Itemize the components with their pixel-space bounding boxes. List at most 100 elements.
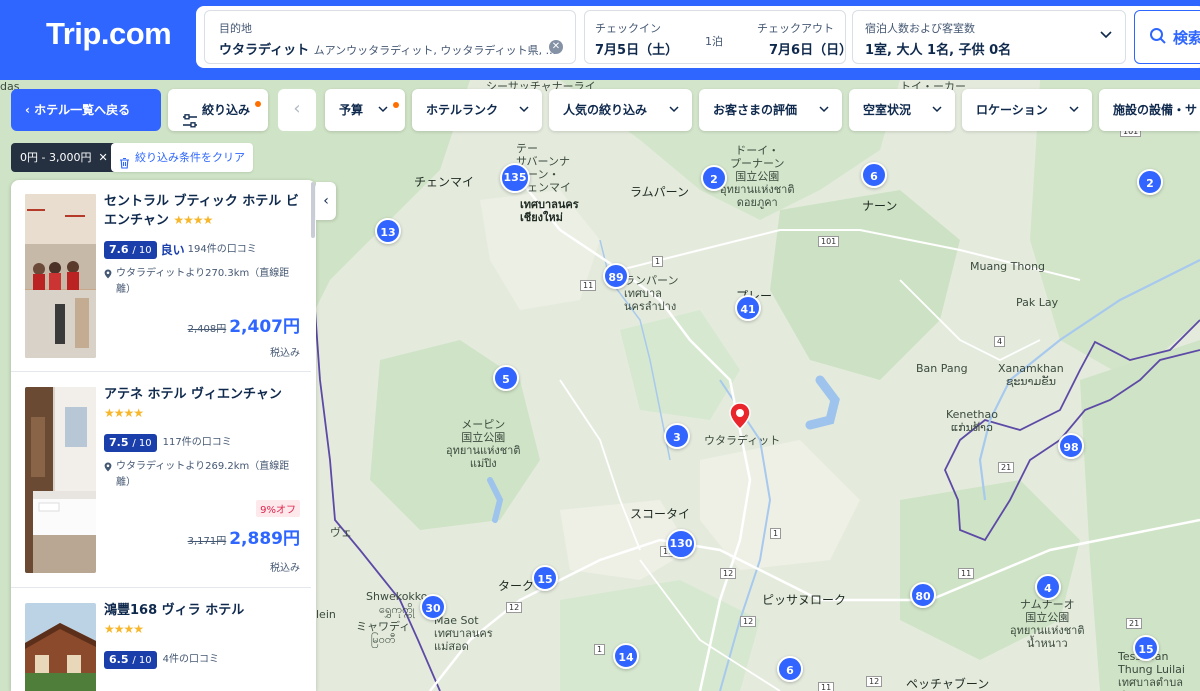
map-label-lampang: ランパーン เทศบาล นครลำปาง <box>624 274 679 313</box>
dates-field[interactable]: チェックイン 7月5日（土） 1泊 チェックアウト 7月6日（日） <box>584 10 852 64</box>
hotel-cluster-marker[interactable]: 2 <box>701 165 727 191</box>
chevron-down-icon <box>1068 89 1080 131</box>
road-shield: 11 <box>958 568 975 579</box>
hotel-cluster-marker[interactable]: 15 <box>1133 635 1159 661</box>
back-to-list-button[interactable]: ‹ ホテル一覧へ戻る <box>11 89 161 131</box>
guests-label: 宿泊人数および客室数 <box>865 22 975 35</box>
hotel-cluster-marker[interactable]: 80 <box>910 582 936 608</box>
map-label-lamphun: ラムパーン <box>630 185 690 199</box>
hotel-cluster-marker[interactable]: 5 <box>493 365 519 391</box>
close-icon[interactable]: ✕ <box>95 151 107 164</box>
filter-toolbar: ‹ ホテル一覧へ戻る 絞り込み ‹ 予算 ホテルランク 人気の絞り込み お客さま… <box>0 89 1200 131</box>
search-icon <box>1149 27 1167 49</box>
hotel-cluster-marker[interactable]: 89 <box>603 263 629 289</box>
star-rating-icon: ★★★★ <box>104 622 144 636</box>
checkout-label: チェックアウト <box>757 22 834 35</box>
filter-chip-budget[interactable]: 予算 <box>325 89 405 131</box>
clear-filters-button[interactable]: 絞り込み条件をクリア <box>111 143 253 172</box>
hotel-cluster-marker[interactable]: 4 <box>1035 574 1061 600</box>
current-price: 2,889円 <box>229 529 300 549</box>
map-label-chiangmai-thai: เทศบาลนคร เชียงใหม่ <box>520 198 579 224</box>
filter-chip-hotel-rank[interactable]: ホテルランク <box>412 89 542 131</box>
review-count[interactable]: 194件の口コミ <box>188 241 257 259</box>
hotel-distance: ウタラディットより270.3km（直線距離） <box>104 266 304 298</box>
clear-destination-icon[interactable]: ✕ <box>549 40 563 54</box>
hotel-cluster-marker[interactable]: 41 <box>735 295 761 321</box>
destination-field[interactable]: 目的地 ウタラディット ムアンウッタラディット, ウッタラディット県, ... … <box>204 10 576 64</box>
tax-note: 税込み <box>270 348 300 359</box>
hotel-price: 3,171円 2,889円 <box>188 524 300 549</box>
hotel-cluster-marker[interactable]: 14 <box>613 643 639 669</box>
collapse-panel-button[interactable]: ‹ <box>316 182 336 220</box>
map-label-uttaradit: ウタラディット <box>704 434 781 447</box>
map-label-nam-nao: ナムナーオ 国立公園 อุทยานแห่งชาติ น้ำหนาว <box>1010 598 1085 650</box>
hotel-name[interactable]: アテネ ホテル ヴィエンチャン ★★★★ <box>104 385 304 423</box>
score-word: 良い <box>160 243 185 257</box>
hotel-cluster-marker[interactable]: 135 <box>500 163 530 193</box>
hotel-cluster-marker[interactable]: 6 <box>861 162 887 188</box>
location-pin-icon <box>104 462 112 478</box>
location-pin-icon <box>104 269 112 285</box>
hotel-photo[interactable] <box>25 194 96 358</box>
search-bar: 目的地 ウタラディット ムアンウッタラディット, ウッタラディット県, ... … <box>196 6 1200 68</box>
hotel-cluster-marker[interactable]: 130 <box>666 529 696 559</box>
review-count[interactable]: 4件の口コミ <box>163 651 219 669</box>
road-shield: 21 <box>1126 618 1143 629</box>
chevron-down-icon <box>931 89 943 131</box>
hotel-card[interactable]: 鴻豐168 ヴィラ ホテル ★★★★ 6.5 / 10 4件の口コミ <box>11 589 311 691</box>
map-label-ban-pang: Ban Pang <box>916 362 968 375</box>
guests-field[interactable]: 宿泊人数および客室数 1室, 大人 1名, 子供 0名 <box>852 10 1126 64</box>
map-label-kenethao: Kenethao ແກ່ນທ້າວ <box>946 408 998 434</box>
hotel-list-panel[interactable]: セントラル ブティック ホテル ビエンチャン ★★★★ 7.6 / 10 良い 19… <box>11 180 316 691</box>
filter-chip-popular[interactable]: 人気の絞り込み <box>549 89 692 131</box>
chevron-left-icon: ‹ <box>323 193 329 209</box>
destination-label: 目的地 <box>219 22 252 35</box>
hotel-cluster-marker[interactable]: 2 <box>1137 169 1163 195</box>
scroll-left-button[interactable]: ‹ <box>278 89 316 131</box>
filter-chip-guest-rating[interactable]: お客さまの評価 <box>699 89 842 131</box>
star-rating-icon: ★★★★ <box>173 213 213 227</box>
chevron-down-icon <box>377 89 389 131</box>
chevron-left-icon: ‹ <box>25 103 35 117</box>
chevron-down-icon <box>818 89 830 131</box>
hotel-distance: ウタラディットより269.2km（直線距離） <box>104 459 304 491</box>
road-shield: 21 <box>998 462 1015 473</box>
hotel-cluster-marker[interactable]: 3 <box>664 423 690 449</box>
hotel-cluster-marker[interactable]: 6 <box>777 656 803 682</box>
search-button[interactable]: 検索 <box>1134 10 1200 64</box>
trip-logo[interactable]: Trip.com <box>46 16 172 52</box>
hotel-cluster-marker[interactable]: 30 <box>420 594 446 620</box>
map-label-phitsanulok: ピッサヌローク <box>762 593 847 607</box>
hotel-cluster-marker[interactable]: 13 <box>375 218 401 244</box>
active-filter-tag[interactable]: 0円 - 3,000円 ✕ <box>11 143 117 172</box>
hotel-name[interactable]: セントラル ブティック ホテル ビエンチャン ★★★★ <box>104 192 304 230</box>
hotel-cluster-marker[interactable]: 98 <box>1058 433 1084 459</box>
road-shield: 1 <box>770 528 782 539</box>
hotel-photo[interactable] <box>25 603 96 691</box>
chevron-down-icon <box>1099 27 1113 45</box>
checkin-value: 7月5日（土） <box>595 43 679 58</box>
destination-value: ウタラディット ムアンウッタラディット, ウッタラディット県, ... <box>219 43 557 58</box>
hotel-card[interactable]: アテネ ホテル ヴィエンチャン ★★★★ 7.5 / 10 117件の口コミ ウタラ… <box>11 373 311 588</box>
filter-chip-facilities[interactable]: 施設の設備・サ <box>1099 89 1200 131</box>
hotel-cluster-marker[interactable]: 15 <box>532 565 558 591</box>
map-label-lein: lein <box>316 608 336 621</box>
scrollbar[interactable] <box>311 182 315 238</box>
review-count[interactable]: 117件の口コミ <box>163 434 232 452</box>
hotel-name[interactable]: 鴻豐168 ヴィラ ホテル ★★★★ <box>104 601 304 639</box>
map-label-mae-sot: Mae Sot เทศบาลนคร แม่สอด <box>434 614 493 653</box>
filter-button[interactable]: 絞り込み <box>168 89 268 131</box>
map-label-muang-thong: Muang Thong <box>970 260 1046 273</box>
hotel-card[interactable]: セントラル ブティック ホテル ビエンチャン ★★★★ 7.6 / 10 良い 19… <box>11 180 311 372</box>
road-shield: 12 <box>866 676 883 687</box>
filter-chip-availability[interactable]: 空室状況 <box>849 89 955 131</box>
hotel-score: 6.5 / 10 4件の口コミ <box>104 651 219 669</box>
map-label-nan: ナーン <box>862 199 898 213</box>
road-shield: 1 <box>652 256 664 267</box>
road-shield: 12 <box>506 602 523 613</box>
road-shield: 11 <box>818 682 835 691</box>
filter-chip-location[interactable]: ロケーション <box>962 89 1092 131</box>
header: Trip.com 目的地 ウタラディット ムアンウッタラディット, ウッタラディ… <box>0 0 1200 80</box>
hotel-photo[interactable] <box>25 387 96 573</box>
road-shield: 12 <box>740 616 757 627</box>
